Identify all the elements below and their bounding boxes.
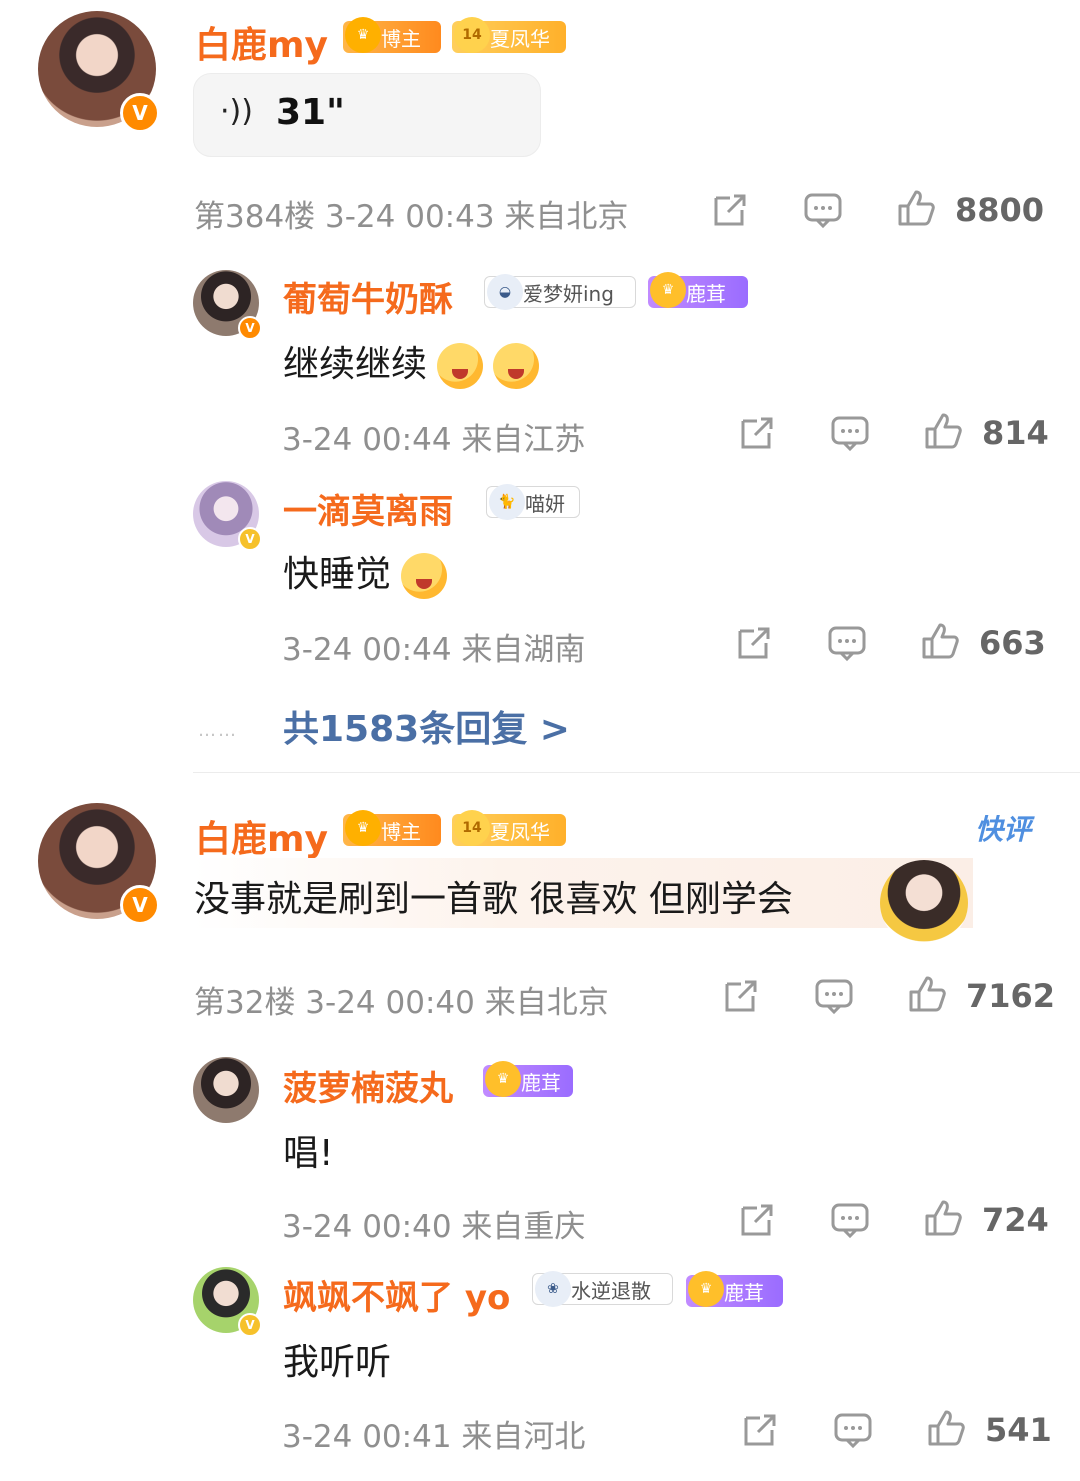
like-count: 724 [982, 1201, 1049, 1239]
reply-text: 我听听 [283, 1342, 392, 1383]
share-icon[interactable] [721, 976, 761, 1016]
cat-icon: 🐈 [489, 484, 525, 520]
verified-icon: V [238, 316, 262, 340]
username[interactable]: 白鹿my [195, 16, 328, 68]
fan-badge[interactable]: ❀ 水逆退散 [532, 1271, 673, 1307]
username[interactable]: 白鹿my [195, 810, 328, 862]
like-icon[interactable] [920, 621, 960, 661]
fan-badge[interactable]: 🐈 喵妍 [486, 484, 580, 520]
username[interactable]: 菠萝楠菠丸 [283, 1061, 453, 1110]
reply-meta: 3-24 00:41 来自河北 [282, 1419, 586, 1455]
username[interactable]: 一滴莫离雨 [283, 484, 453, 533]
share-icon[interactable] [710, 190, 750, 230]
like-count: 663 [979, 624, 1046, 662]
decoration-avatar [880, 860, 968, 946]
fan-level-badge[interactable]: 14 夏凤华 [452, 17, 566, 53]
comment-text: 没事就是刷到一首歌 很喜欢 但刚学会 [194, 879, 793, 920]
username[interactable]: 飒飒不飒了 yo [283, 1270, 510, 1319]
voice-duration: 31" [276, 92, 345, 133]
like-icon[interactable] [926, 1408, 966, 1448]
fan-badge[interactable]: ◒ 爱梦妍ing [484, 274, 636, 310]
comment-meta: 第32楼 3-24 00:40 来自北京 [194, 985, 609, 1021]
like-icon[interactable] [907, 974, 947, 1014]
emoji-icon [437, 343, 484, 389]
dotted-line: …… [198, 720, 238, 741]
blogger-badge[interactable]: ♛ 博主 [343, 17, 441, 53]
username[interactable]: 葡萄牛奶酥 [283, 272, 453, 321]
level-icon: 14 [454, 810, 490, 846]
verified-icon: V [120, 885, 160, 925]
share-icon[interactable] [740, 1410, 780, 1450]
crown-icon: ♛ [485, 1061, 521, 1097]
comment-icon[interactable] [833, 1410, 873, 1450]
crown-icon: ♛ [345, 17, 381, 53]
voice-message[interactable]: ·)) 31" [193, 73, 541, 157]
level-icon: 14 [454, 17, 490, 53]
comment-icon[interactable] [830, 413, 870, 453]
divider [193, 772, 1080, 773]
comment-icon[interactable] [814, 976, 854, 1016]
rice-bowl-icon: ◒ [487, 274, 523, 310]
like-count: 7162 [966, 977, 1056, 1015]
comment-meta: 第384楼 3-24 00:43 来自北京 [194, 199, 629, 235]
emoji-icon [493, 343, 540, 389]
reply-text: 快睡觉 [283, 545, 448, 599]
like-icon[interactable] [923, 1198, 963, 1238]
reply-text: 继续继续 [283, 335, 540, 389]
like-count: 814 [982, 414, 1049, 452]
crown-icon: ♛ [345, 810, 381, 846]
quick-comment-tag: 快评 [975, 813, 1032, 846]
like-icon[interactable] [896, 188, 936, 228]
reply-meta: 3-24 00:44 来自湖南 [282, 632, 586, 668]
fan-level-badge[interactable]: 14 夏凤华 [452, 810, 566, 846]
member-badge[interactable]: ♛ 鹿茸 [648, 272, 748, 308]
crown-icon: ♛ [688, 1271, 724, 1307]
sound-wave-icon: ·)) [220, 94, 253, 129]
comment-icon[interactable] [827, 623, 867, 663]
member-badge[interactable]: ♛ 鹿茸 [483, 1061, 573, 1097]
reply-meta: 3-24 00:44 来自江苏 [282, 422, 586, 458]
share-icon[interactable] [737, 1200, 777, 1240]
reply-meta: 3-24 00:40 来自重庆 [282, 1209, 586, 1245]
emoji-icon [401, 553, 448, 599]
verified-icon: V [120, 93, 160, 133]
more-replies-link[interactable]: 共1583条回复 > [283, 700, 570, 752]
verified-icon: V [238, 1313, 262, 1337]
like-count: 8800 [955, 191, 1045, 229]
crown-icon: ♛ [650, 272, 686, 308]
blogger-badge[interactable]: ♛ 博主 [343, 810, 441, 846]
avatar[interactable] [193, 1057, 259, 1123]
verified-icon: V [238, 527, 262, 551]
like-count: 541 [985, 1411, 1052, 1449]
share-icon[interactable] [737, 413, 777, 453]
comment-icon[interactable] [830, 1200, 870, 1240]
reply-text: 唱! [283, 1133, 334, 1174]
like-icon[interactable] [923, 411, 963, 451]
share-icon[interactable] [734, 623, 774, 663]
comment-icon[interactable] [803, 190, 843, 230]
member-badge[interactable]: ♛ 鹿茸 [686, 1271, 783, 1307]
lotus-icon: ❀ [535, 1271, 571, 1307]
